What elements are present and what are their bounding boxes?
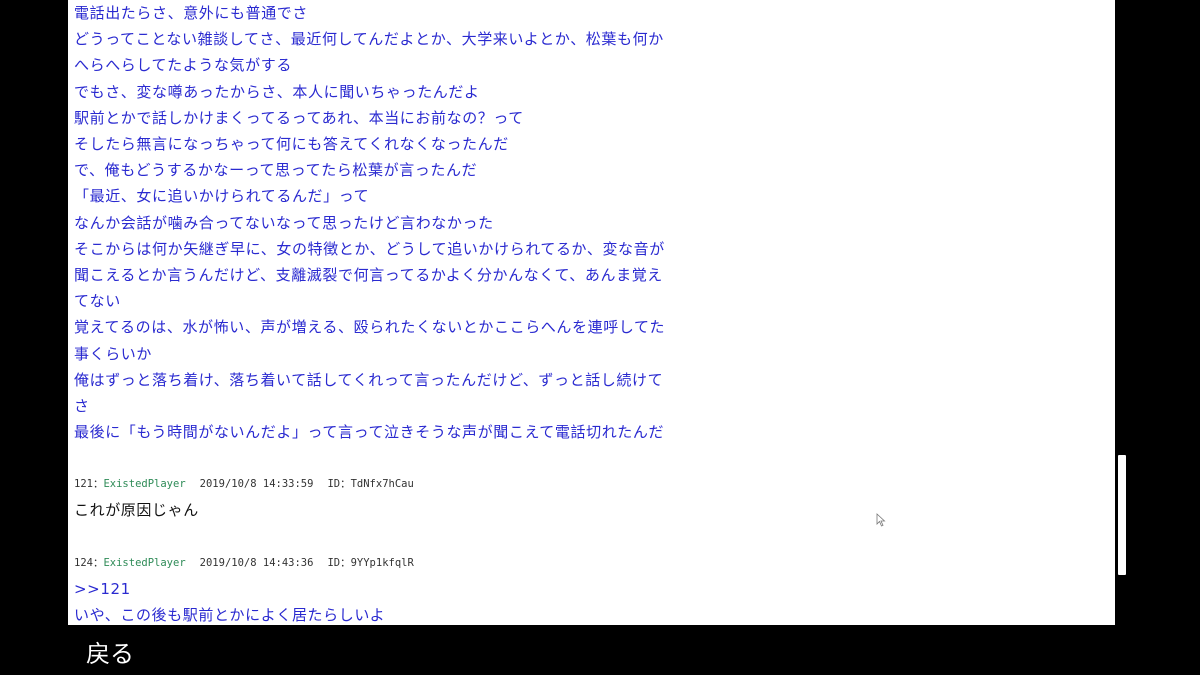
thread-content: 電話出たらさ、意外にも普通でさどうってことない雑談してさ、最近何してんだよとか、…: [74, 0, 834, 625]
post-id: ID：9YYp1kfqlR: [327, 556, 414, 569]
post-header: 124：ExistedPlayer 2019/10/8 14:43:36 ID：9Y…: [74, 550, 834, 576]
post-body-line: 覚えてるのは、水が怖い、声が増える、殴られたくないとかここらへんを連呼してた: [74, 318, 666, 337]
post-body-line: いや、この後も駅前とかによく居たらしいよ: [74, 605, 386, 624]
reply-anchor-link[interactable]: >>121: [74, 576, 834, 602]
post-id: ID：TdNfx7hCau: [327, 478, 414, 491]
post-header: 121：ExistedPlayer 2019/10/8 14:33:59 ID：Td…: [74, 471, 834, 497]
post-body-line: さ: [74, 397, 90, 416]
post-body-line: 駅前とかで話しかけまくってるってあれ、本当にお前なの？って: [74, 108, 524, 127]
poster-name[interactable]: ExistedPlayer: [103, 557, 185, 569]
post-body: 電話出たらさ、意外にも普通でさどうってことない雑談してさ、最近何してんだよとか、…: [74, 0, 834, 445]
post-body-line: 聞こえるとか言うんだけど、支離滅裂で何言ってるかよく分かんなくて、あんま覚え: [74, 266, 663, 285]
post-body-line: 電話出たらさ、意外にも普通でさ: [74, 4, 309, 22]
post-separator: ：: [92, 556, 104, 569]
post-body-line: これが原因じゃん: [74, 501, 199, 520]
back-button[interactable]: 戻る: [86, 637, 134, 671]
post-number: 121: [74, 478, 93, 491]
post-body-line: へらへらしてたような気がする: [74, 56, 292, 75]
mouse-cursor-icon: [876, 513, 886, 527]
post-body-line: 俺はずっと落ち着け、落ち着いて話してくれって言ったんだけど、ずっと話し続けて: [74, 370, 664, 389]
thread-viewer: 電話出たらさ、意外にも普通でさどうってことない雑談してさ、最近何してんだよとか、…: [68, 0, 1115, 625]
post-body-line: 事くらいか: [74, 344, 153, 363]
post-body-line: 最後に「もう時間がないんだよ」って言って泣きそうな声が聞こえて電話切れたんだ: [74, 423, 665, 442]
post-date: 2019/10/8 14:43:36: [199, 556, 314, 569]
post-body-line: なんか会話が噛み合ってないなって思ったけど言わなかった: [74, 213, 494, 232]
poster-name[interactable]: ExistedPlayer: [103, 478, 185, 490]
post-body-line: どうってことない雑談してさ、最近何してんだよとか、大学来いよとか、松葉も何か: [74, 30, 664, 49]
post-body-line: そしたら無言になっちゃって何にも答えてくれなくなったんだ: [74, 135, 509, 154]
post-body-line: 「最近、女に追いかけられてるんだ」って: [74, 187, 370, 206]
scrollbar-thumb[interactable]: [1118, 455, 1126, 575]
post-body-line: そこからは何か矢継ぎ早に、女の特徴とか、どうして追いかけられてるか、変な音が: [74, 239, 665, 258]
post-separator: ：: [92, 478, 104, 491]
post-date: 2019/10/8 14:33:59: [199, 478, 314, 491]
post-body-line: で、俺もどうするかなーって思ってたら松葉が言ったんだ: [74, 161, 478, 180]
post-body-line: てない: [74, 292, 121, 311]
post-number: 124: [74, 556, 93, 569]
post-body-line: でもさ、変な噂あったからさ、本人に聞いちゃったんだよ: [74, 82, 480, 101]
